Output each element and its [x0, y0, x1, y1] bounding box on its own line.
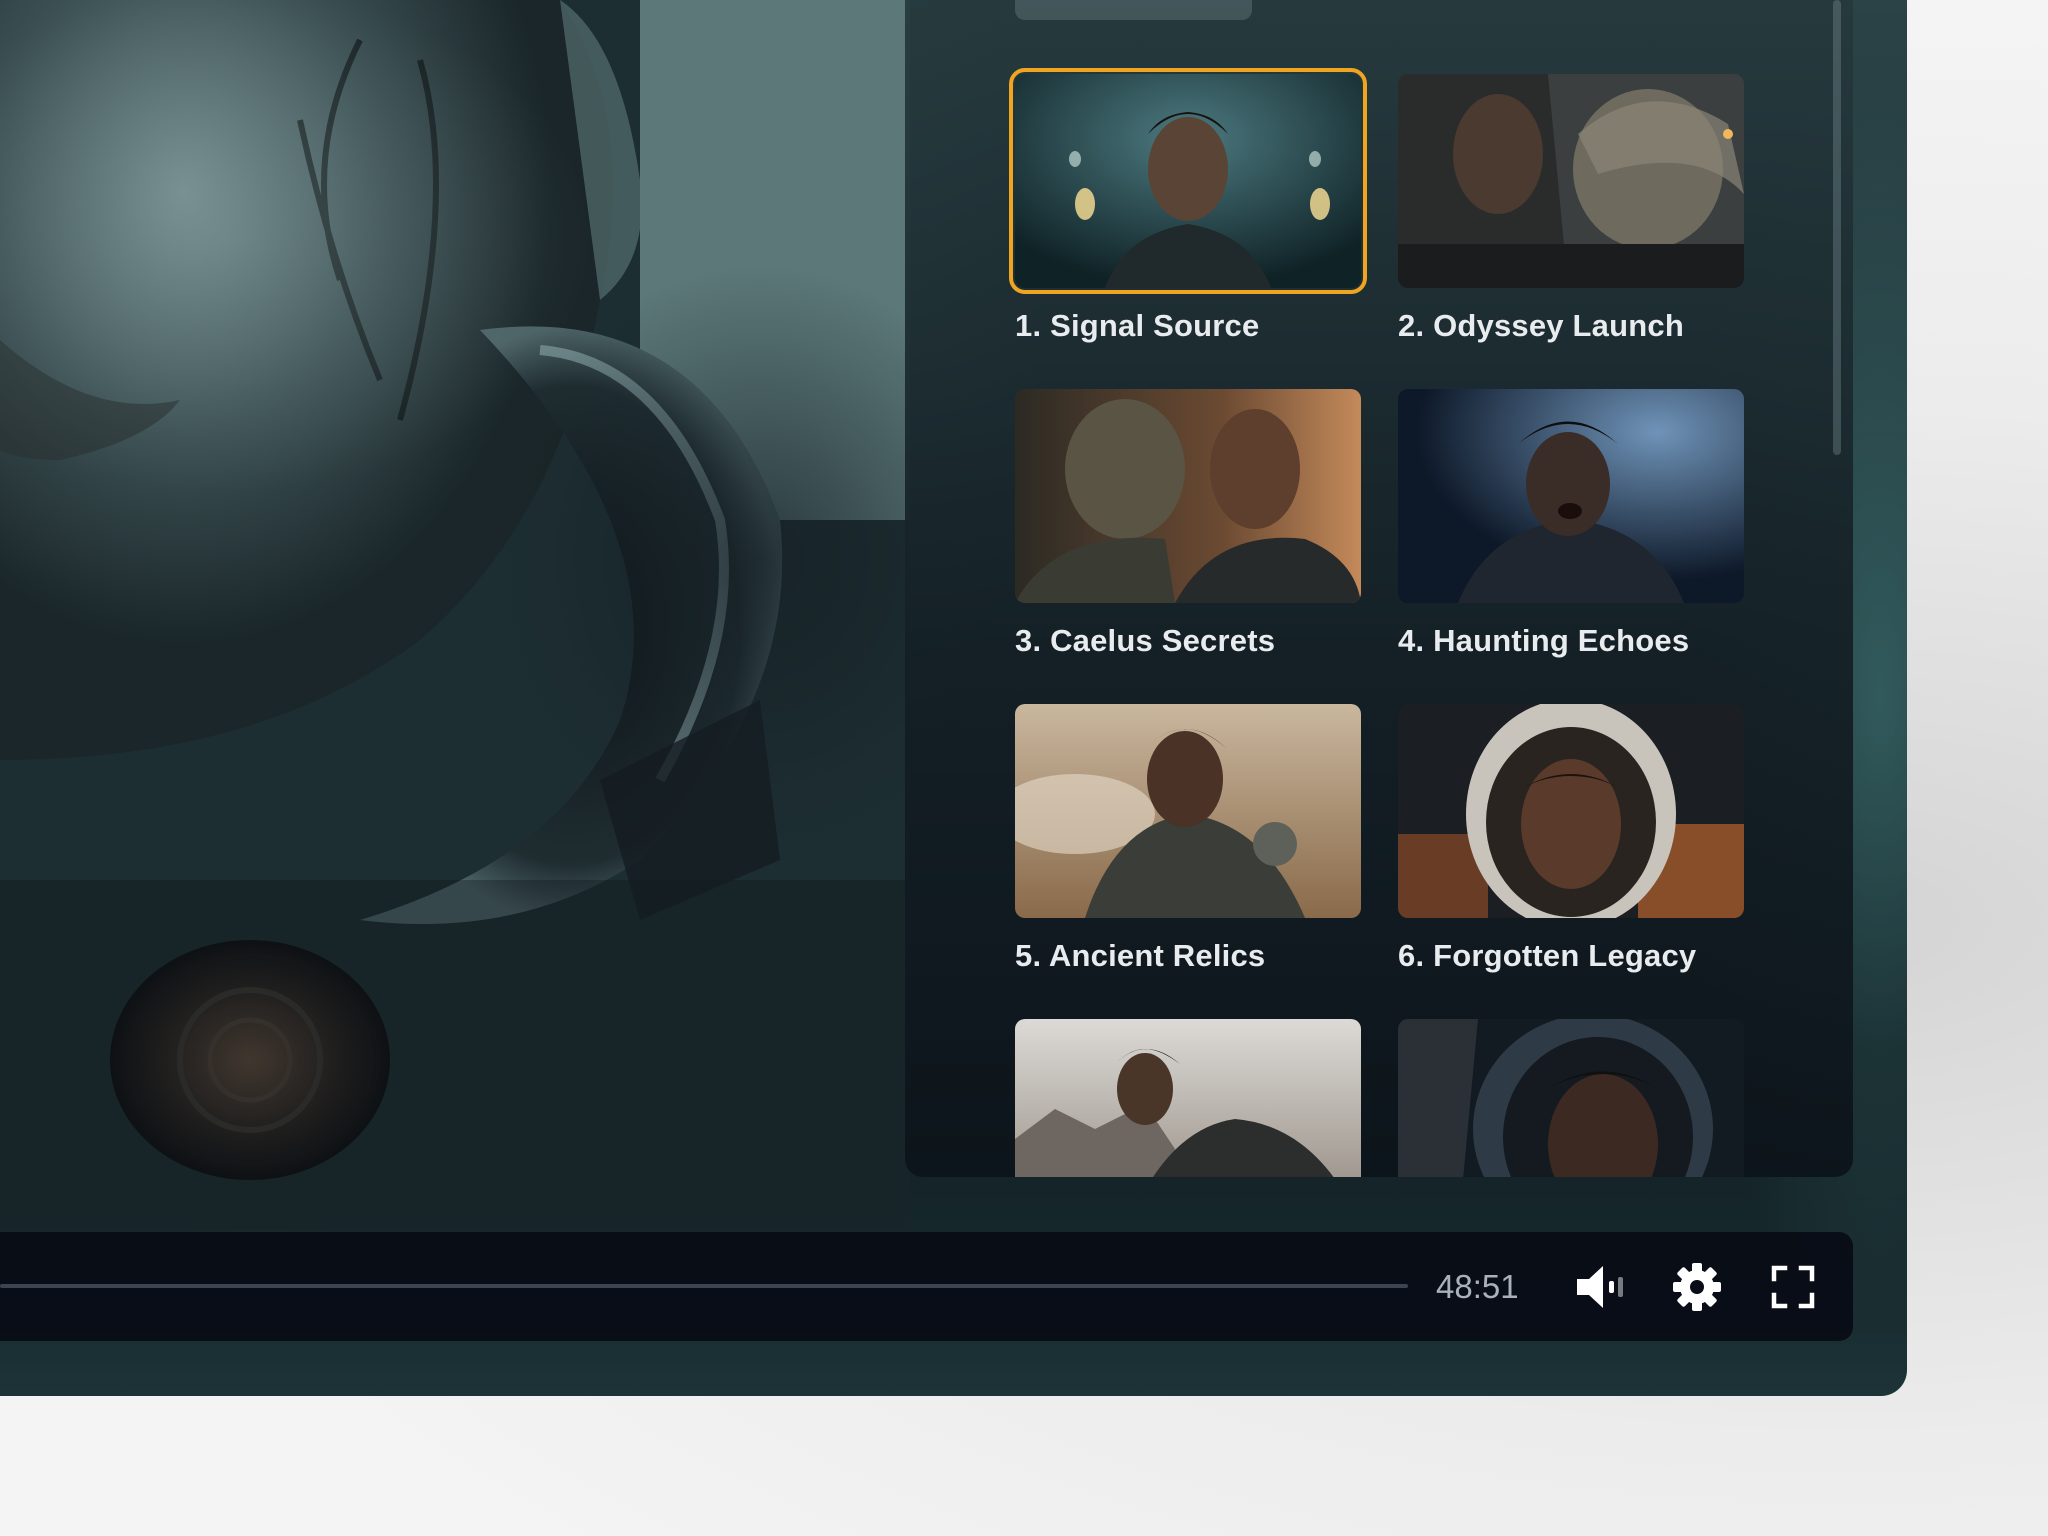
episode-card[interactable]: 1. Signal Source [1009, 68, 1367, 344]
episode-title: 2. Odyssey Launch [1398, 308, 1684, 343]
volume-button[interactable] [1573, 1260, 1627, 1314]
episodes-panel: 1. Signal Source 2. Odyssey Launch 3. Ca… [905, 0, 1853, 1177]
episode-thumbnail[interactable] [1398, 74, 1744, 288]
episode-title: 3. Caelus Secrets [1015, 623, 1276, 658]
episode-title: 1. Signal Source [1015, 308, 1260, 343]
player-controls: 48:51 [0, 1232, 1853, 1341]
episode-thumbnail[interactable] [1015, 1019, 1361, 1177]
episode-title: 4. Haunting Echoes [1398, 623, 1690, 658]
episode-card[interactable]: 4. Haunting Echoes [1398, 389, 1744, 659]
episode-card[interactable]: 2. Odyssey Launch [1398, 74, 1744, 344]
episode-thumbnail[interactable] [1398, 389, 1744, 603]
episode-card[interactable] [1398, 1019, 1744, 1177]
video-player[interactable]: 1. Signal Source 2. Odyssey Launch 3. Ca… [0, 0, 1907, 1396]
fullscreen-button[interactable] [1766, 1260, 1820, 1314]
episodes-scrollbar[interactable] [1833, 0, 1841, 455]
settings-button[interactable] [1670, 1260, 1724, 1314]
volume-icon [1577, 1266, 1623, 1308]
fullscreen-icon [1771, 1265, 1815, 1309]
progress-bar[interactable] [0, 1284, 1408, 1288]
episode-card[interactable]: 5. Ancient Relics [1015, 704, 1361, 974]
time-display: 48:51 [1436, 1268, 1519, 1305]
episode-card[interactable]: 3. Caelus Secrets [1015, 389, 1361, 659]
episode-thumbnail[interactable] [1015, 389, 1361, 603]
episode-thumbnail[interactable] [1009, 68, 1367, 294]
episode-thumbnail[interactable] [1398, 704, 1744, 918]
episode-card[interactable] [1015, 1019, 1361, 1177]
gear-icon [1673, 1263, 1721, 1311]
episode-title: 5. Ancient Relics [1015, 938, 1266, 973]
panel-tab[interactable] [1015, 0, 1252, 20]
episode-thumbnail[interactable] [1015, 704, 1361, 918]
episode-title: 6. Forgotten Legacy [1398, 938, 1697, 973]
episode-thumbnail[interactable] [1398, 1019, 1744, 1177]
hero-video-frame [0, 0, 910, 1230]
episode-card[interactable]: 6. Forgotten Legacy [1398, 704, 1744, 974]
